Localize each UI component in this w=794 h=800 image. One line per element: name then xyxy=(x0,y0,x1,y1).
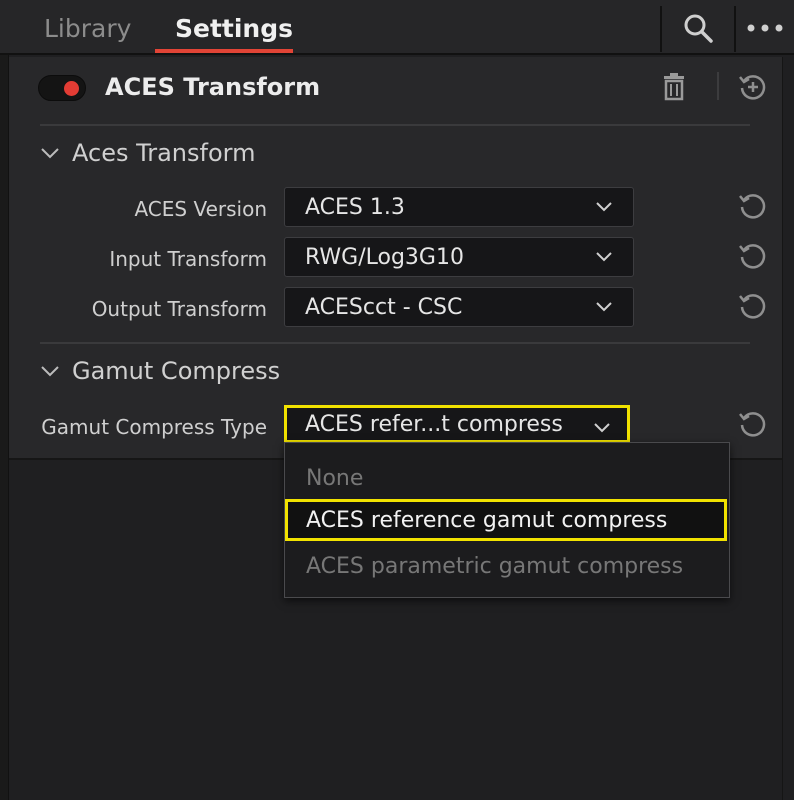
top-bar: Library Settings xyxy=(0,0,794,55)
divider xyxy=(40,342,750,344)
chevron-down-icon xyxy=(596,202,612,212)
node-enable-toggle[interactable] xyxy=(38,75,86,101)
reset-aces-version-button[interactable] xyxy=(737,190,769,222)
select-value: ACEScct - CSC xyxy=(305,294,463,320)
gamut-compress-type-select[interactable]: ACES refer...t compress xyxy=(284,405,630,443)
toggle-indicator xyxy=(64,81,79,96)
select-value: RWG/Log3G10 xyxy=(305,244,464,270)
node-title: ACES Transform xyxy=(105,73,321,101)
reset-gamut-compress-button[interactable] xyxy=(737,408,769,440)
section-aces-transform-header[interactable]: Aces Transform xyxy=(40,139,255,167)
chevron-down-icon xyxy=(596,252,612,262)
more-options-button[interactable] xyxy=(736,0,794,55)
gamut-compress-dropdown: None ACES reference gamut compress ACES … xyxy=(284,442,730,598)
search-icon xyxy=(684,14,713,43)
delete-button[interactable] xyxy=(660,72,688,102)
option-none[interactable]: None xyxy=(285,457,363,499)
aces-version-select[interactable]: ACES 1.3 xyxy=(284,187,634,227)
reset-icon xyxy=(739,194,766,219)
input-transform-label: Input Transform xyxy=(109,247,267,271)
section-gamut-compress-header[interactable]: Gamut Compress xyxy=(40,357,280,385)
output-transform-select[interactable]: ACEScct - CSC xyxy=(284,287,634,327)
reset-input-transform-button[interactable] xyxy=(737,240,769,272)
search-button[interactable] xyxy=(662,0,734,55)
tab-library[interactable]: Library xyxy=(44,14,131,43)
option-aces-reference-gamut-compress[interactable]: ACES reference gamut compress xyxy=(285,499,727,541)
select-value: ACES refer...t compress xyxy=(305,411,563,437)
trash-icon xyxy=(664,73,684,101)
input-transform-select[interactable]: RWG/Log3G10 xyxy=(284,237,634,277)
gamut-compress-type-label: Gamut Compress Type xyxy=(41,415,267,439)
chevron-down-icon xyxy=(41,366,59,377)
header-divider xyxy=(717,72,719,100)
reset-node-button[interactable] xyxy=(737,71,769,103)
reset-icon xyxy=(739,412,766,437)
active-tab-indicator xyxy=(155,49,293,53)
chevron-down-icon xyxy=(594,423,610,433)
more-icon xyxy=(747,24,783,31)
reset-icon xyxy=(739,244,766,269)
left-edge xyxy=(0,0,9,800)
select-value: ACES 1.3 xyxy=(305,194,405,220)
reset-output-transform-button[interactable] xyxy=(737,290,769,322)
aces-version-label: ACES Version xyxy=(134,197,267,221)
reset-all-icon xyxy=(739,75,766,100)
output-transform-label: Output Transform xyxy=(91,297,267,321)
scrollbar-track[interactable] xyxy=(782,57,794,800)
chevron-down-icon xyxy=(41,148,59,159)
divider xyxy=(40,124,750,126)
section-title: Gamut Compress xyxy=(72,357,281,385)
option-aces-parametric-gamut-compress[interactable]: ACES parametric gamut compress xyxy=(285,545,683,587)
chevron-down-icon xyxy=(596,302,612,312)
reset-icon xyxy=(739,294,766,319)
tab-settings[interactable]: Settings xyxy=(175,14,293,43)
section-title: Aces Transform xyxy=(72,139,256,167)
